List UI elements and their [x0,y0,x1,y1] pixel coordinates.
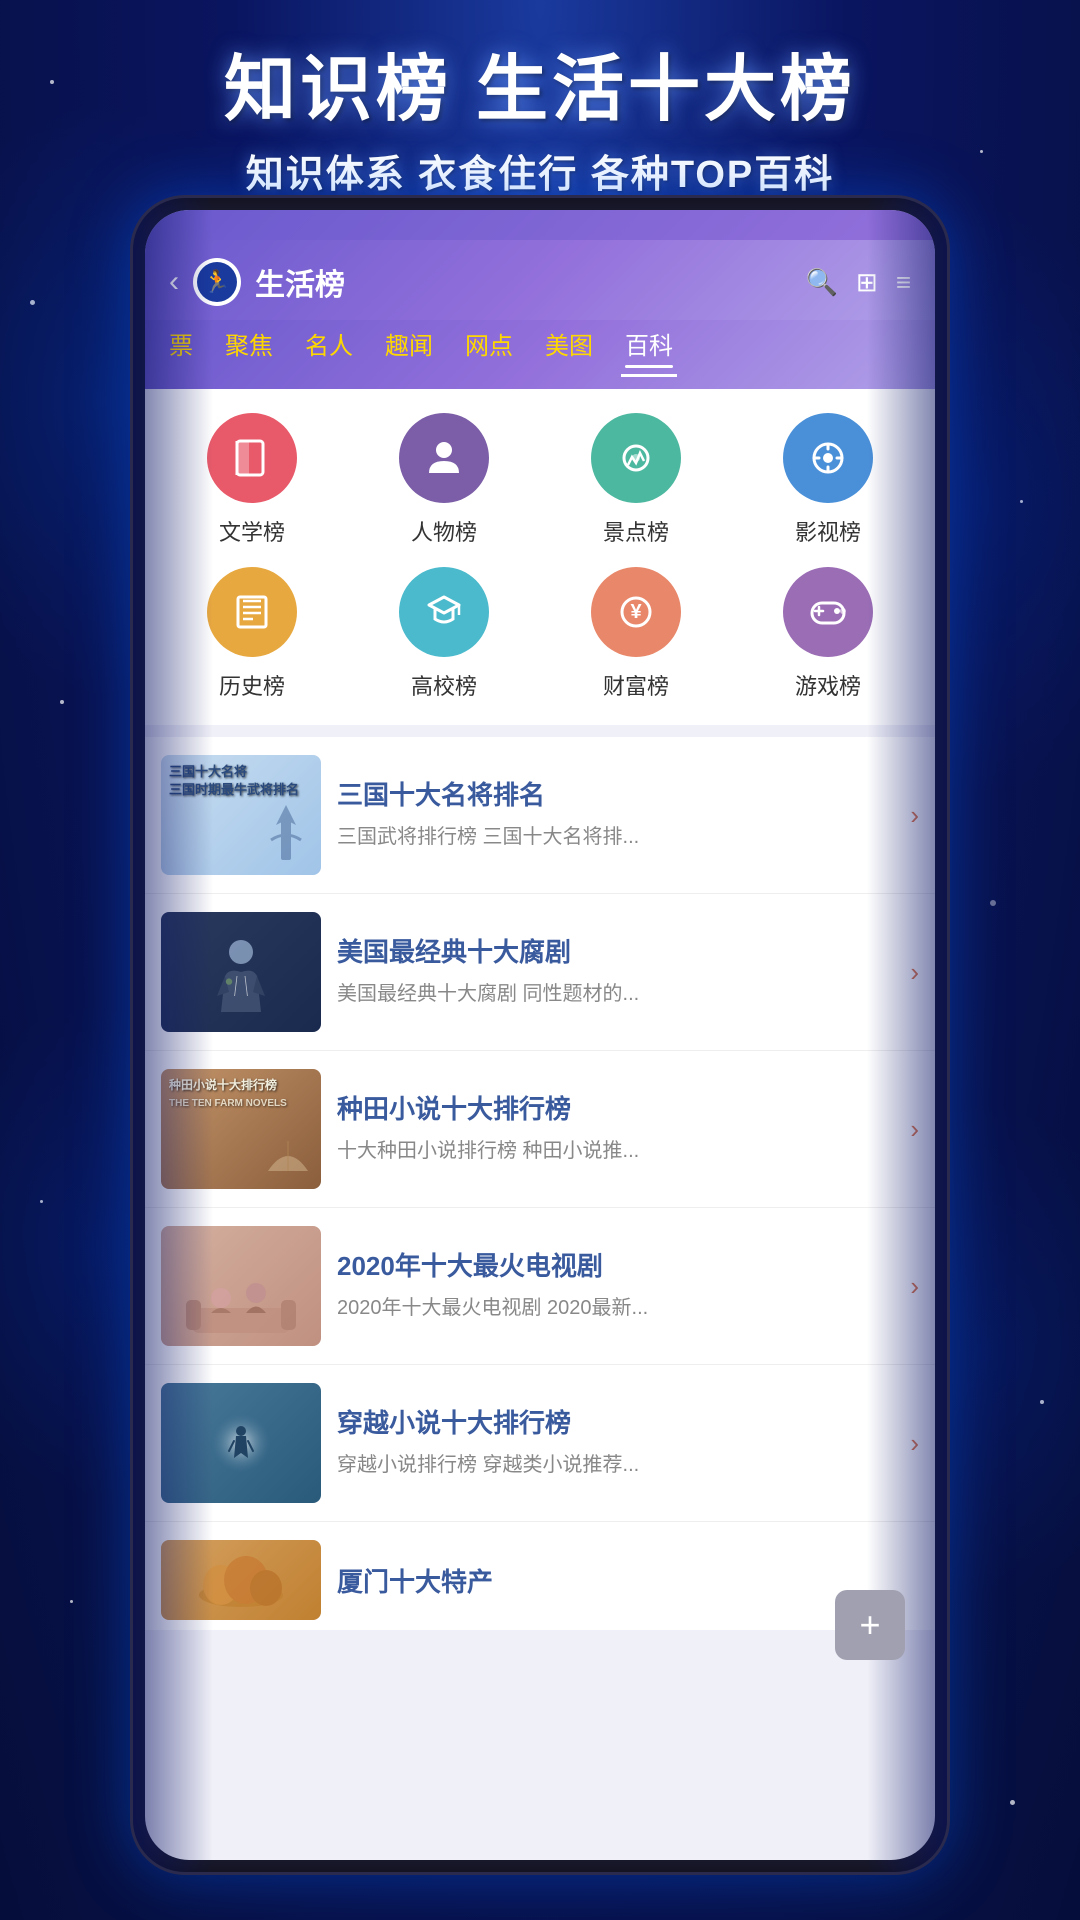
list-section: 三国十大名将三国时期最牛武将排名 三国十大名将排名 三国武将排行榜 三国十大名将… [145,737,935,1630]
phone-screen: ‹ 🏃 生活榜 🔍 ⊞ ≡ 票 聚焦 名人 趣闻 网点 美图 百科 [145,210,935,1860]
list-item-2[interactable]: 种田小说十大排行榜THE TEN FARM NOVELS 种田小说十大排行榜 十… [145,1051,935,1208]
hero-subtitle: 知识体系 衣食住行 各种TOP百科 [0,143,1080,198]
list-icon[interactable]: ≡ [896,267,911,298]
category-wenxue[interactable]: 文学榜 [161,413,343,547]
hero-title: 知识榜 生活十大榜 [0,30,1080,135]
thumbnail-1 [161,912,321,1032]
category-youxi[interactable]: 游戏榜 [737,567,919,701]
yingshi-label: 影视榜 [795,515,861,547]
content-area: 文学榜 人物榜 [145,389,935,1860]
list-arrow-2: › [910,1114,919,1145]
lishi-icon [207,567,297,657]
list-content-5: 厦门十大特产 [337,1562,919,1599]
gaoxiao-label: 高校榜 [411,669,477,701]
youxi-icon [783,567,873,657]
float-button-icon: + [859,1604,880,1646]
list-item-4[interactable]: 穿越小说十大排行榜 穿越小说排行榜 穿越类小说推荐... › [145,1365,935,1522]
header-bar: ‹ 🏃 生活榜 🔍 ⊞ ≡ [145,240,935,320]
list-desc-3: 2020年十大最火电视剧 2020最新... [337,1294,894,1322]
category-grid: 文学榜 人物榜 [161,413,919,701]
list-arrow-4: › [910,1428,919,1459]
tab-piao[interactable]: 票 [165,320,197,377]
renwu-icon [399,413,489,503]
list-title-4: 穿越小说十大排行榜 [337,1407,894,1441]
float-button[interactable]: + [835,1590,905,1660]
thumbnail-0: 三国十大名将三国时期最牛武将排名 [161,755,321,875]
list-arrow-0: › [910,800,919,831]
status-bar [145,210,935,240]
category-lishi[interactable]: 历史榜 [161,567,343,701]
tab-navigation: 票 聚焦 名人 趣闻 网点 美图 百科 [145,320,935,389]
header-title: 生活榜 [255,260,792,304]
list-arrow-3: › [910,1271,919,1302]
list-desc-0: 三国武将排行榜 三国十大名将排... [337,823,894,851]
category-gaoxiao[interactable]: 高校榜 [353,567,535,701]
thumbnail-5 [161,1540,321,1620]
grid-icon[interactable]: ⊞ [856,267,878,298]
list-content-3: 2020年十大最火电视剧 2020年十大最火电视剧 2020最新... [337,1250,894,1322]
back-button[interactable]: ‹ [169,265,179,299]
category-section: 文学榜 人物榜 [145,389,935,725]
jingdian-icon [591,413,681,503]
list-title-2: 种田小说十大排行榜 [337,1093,894,1127]
list-item-0[interactable]: 三国十大名将三国时期最牛武将排名 三国十大名将排名 三国武将排行榜 三国十大名将… [145,737,935,894]
list-item-3[interactable]: 2020年十大最火电视剧 2020年十大最火电视剧 2020最新... › [145,1208,935,1365]
logo-icon: 🏃 [203,269,230,295]
tab-quwen[interactable]: 趣闻 [381,320,437,377]
app-logo: 🏃 [193,258,241,306]
list-desc-4: 穿越小说排行榜 穿越类小说推荐... [337,1451,894,1479]
gaoxiao-icon [399,567,489,657]
lishi-label: 历史榜 [219,669,285,701]
list-title-3: 2020年十大最火电视剧 [337,1250,894,1284]
header-icons: 🔍 ⊞ ≡ [806,267,911,298]
thumbnail-3 [161,1226,321,1346]
list-content-1: 美国最经典十大腐剧 美国最经典十大腐剧 同性题材的... [337,936,894,1008]
tab-jujiao[interactable]: 聚焦 [221,320,277,377]
category-caifu[interactable]: ¥ 财富榜 [545,567,727,701]
youxi-label: 游戏榜 [795,669,861,701]
yingshi-icon [783,413,873,503]
jingdian-label: 景点榜 [603,515,669,547]
list-arrow-1: › [910,957,919,988]
list-content-4: 穿越小说十大排行榜 穿越小说排行榜 穿越类小说推荐... [337,1407,894,1479]
phone-mockup: ‹ 🏃 生活榜 🔍 ⊞ ≡ 票 聚焦 名人 趣闻 网点 美图 百科 [130,195,950,1875]
hero-section: 知识榜 生活十大榜 知识体系 衣食住行 各种TOP百科 [0,30,1080,198]
thumb-text-2: 种田小说十大排行榜THE TEN FARM NOVELS [169,1077,287,1111]
thumbnail-4 [161,1383,321,1503]
tab-mingren[interactable]: 名人 [301,320,357,377]
tab-wangdian[interactable]: 网点 [461,320,517,377]
svg-text:¥: ¥ [630,601,642,623]
tab-baike[interactable]: 百科 [621,320,677,377]
list-content-0: 三国十大名将排名 三国武将排行榜 三国十大名将排... [337,779,894,851]
list-item-5-partial[interactable]: 厦门十大特产 [145,1522,935,1630]
category-jingdian[interactable]: 景点榜 [545,413,727,547]
wenxue-icon [207,413,297,503]
list-content-2: 种田小说十大排行榜 十大种田小说排行榜 种田小说推... [337,1093,894,1165]
search-icon[interactable]: 🔍 [806,267,838,298]
list-title-5: 厦门十大特产 [337,1562,919,1599]
logo-inner: 🏃 [197,262,237,302]
category-yingshi[interactable]: 影视榜 [737,413,919,547]
thumbnail-2: 种田小说十大排行榜THE TEN FARM NOVELS [161,1069,321,1189]
list-item-1[interactable]: 美国最经典十大腐剧 美国最经典十大腐剧 同性题材的... › [145,894,935,1051]
list-desc-2: 十大种田小说排行榜 种田小说推... [337,1137,894,1165]
list-desc-1: 美国最经典十大腐剧 同性题材的... [337,980,894,1008]
renwu-label: 人物榜 [411,515,477,547]
thumb-text-0: 三国十大名将三国时期最牛武将排名 [169,763,299,799]
caifu-label: 财富榜 [603,669,669,701]
list-title-1: 美国最经典十大腐剧 [337,936,894,970]
wenxue-label: 文学榜 [219,515,285,547]
list-title-0: 三国十大名将排名 [337,779,894,813]
category-renwu[interactable]: 人物榜 [353,413,535,547]
caifu-icon: ¥ [591,567,681,657]
tab-meitu[interactable]: 美图 [541,320,597,377]
